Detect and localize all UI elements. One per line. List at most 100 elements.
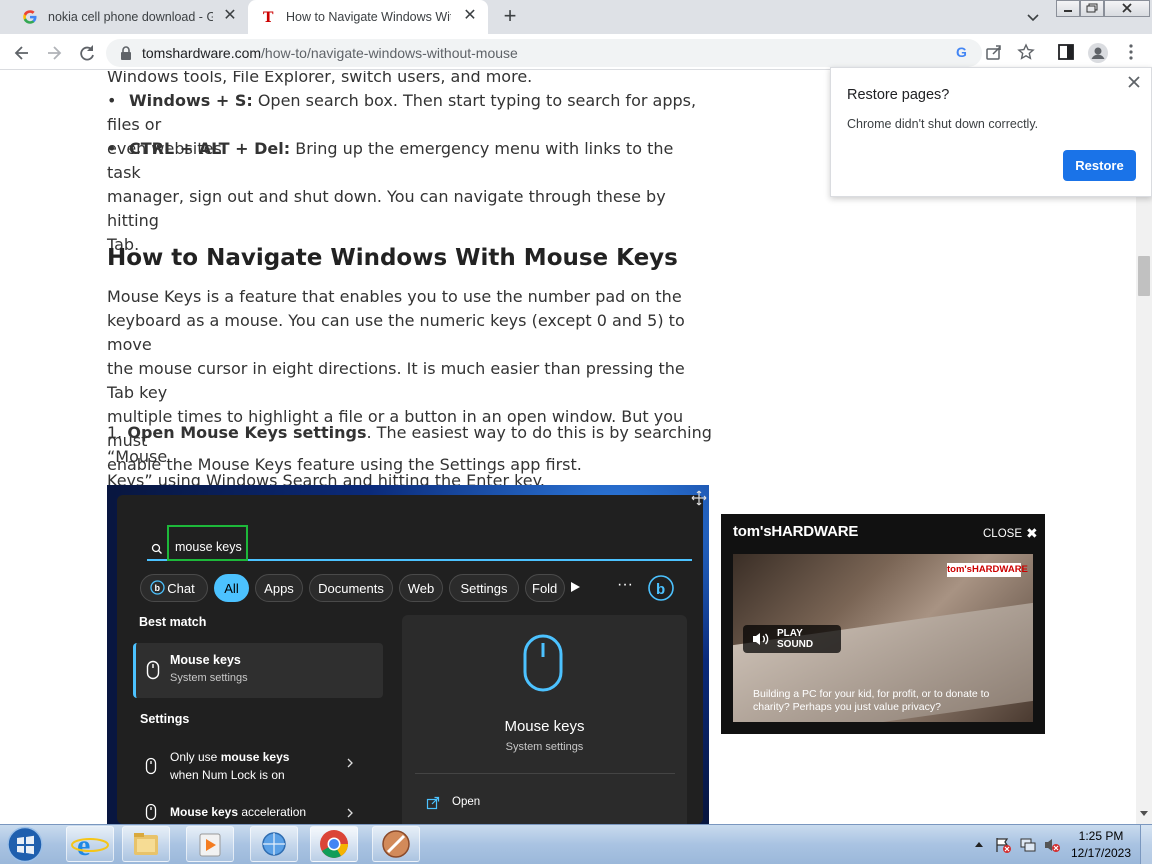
show-desktop-button[interactable] xyxy=(1140,825,1152,864)
setting-bold: Mouse keys xyxy=(170,805,239,819)
svg-text:e: e xyxy=(77,829,90,861)
close-icon[interactable] xyxy=(1127,75,1141,89)
new-tab-plus-icon[interactable]: + xyxy=(500,5,520,28)
preview-pane: Mouse keys System settings Open xyxy=(402,615,687,824)
chevron-down-icon[interactable] xyxy=(1024,8,1042,26)
chip-apps: Apps xyxy=(255,574,303,602)
setting-bold: mouse keys xyxy=(220,750,290,764)
highlight-box xyxy=(167,525,248,561)
chip-documents: Documents xyxy=(309,574,393,602)
settings-label: Settings xyxy=(140,712,190,726)
preview-subtitle: System settings xyxy=(505,741,584,753)
open-external-icon xyxy=(426,796,440,810)
move-icon xyxy=(691,490,707,506)
reload-icon[interactable] xyxy=(76,42,98,64)
taskbar-internet-explorer[interactable]: e xyxy=(66,826,114,862)
video-ad[interactable]: tom'sHARDWARE CLOSE ✖ tom'sHARDWARE PLAY… xyxy=(721,514,1045,734)
google-icon xyxy=(22,9,38,25)
minimize-button[interactable] xyxy=(1056,0,1080,17)
restore-pages-dialog: Restore pages? Chrome didn't shut down c… xyxy=(830,67,1152,197)
setting-mouse-keys-acceleration: Mouse keys acceleration xyxy=(145,801,395,824)
action-center-flag-icon[interactable] xyxy=(994,836,1012,854)
bookmark-star-icon[interactable] xyxy=(1017,43,1035,61)
taskbar-file-explorer[interactable] xyxy=(122,826,170,862)
menu-kebab-icon[interactable] xyxy=(1122,43,1140,61)
bing-icon: b xyxy=(150,580,165,595)
taskbar-chrome[interactable] xyxy=(310,826,358,862)
back-arrow-icon[interactable] xyxy=(11,42,33,64)
result-subtitle: System settings xyxy=(170,672,248,684)
play-arrow-icon xyxy=(569,581,581,593)
taskbar-network-app[interactable] xyxy=(250,826,298,862)
volume-muted-icon[interactable] xyxy=(1043,836,1061,854)
best-match-result: Mouse keys System settings xyxy=(133,643,383,698)
share-icon[interactable] xyxy=(985,43,1003,61)
speaker-icon xyxy=(751,631,771,647)
article-screenshot: mouse keys Chat b All Apps Documents Web… xyxy=(107,485,709,824)
bullet-text: manager, sign out and shut down. You can… xyxy=(107,187,666,230)
chip-all: All xyxy=(214,574,249,602)
tab-toms-hardware[interactable]: T How to Navigate Windows Witho ✕ xyxy=(248,0,488,34)
system-clock[interactable]: 1:25 PM 12/17/2023 xyxy=(1068,829,1134,860)
divider xyxy=(415,773,675,774)
mouse-icon xyxy=(145,803,157,821)
step-bold: Open Mouse Keys settings xyxy=(127,423,367,442)
taskbar-media-player[interactable] xyxy=(186,826,234,862)
close-window-button[interactable] xyxy=(1104,0,1150,17)
profile-avatar-icon[interactable] xyxy=(1088,43,1108,63)
setting-text: when Num Lock is on xyxy=(170,768,285,782)
tab-title: How to Navigate Windows Witho xyxy=(286,10,451,24)
scroll-down-arrow-icon[interactable] xyxy=(1139,810,1149,818)
start-button[interactable] xyxy=(5,825,45,864)
ad-close-button[interactable]: CLOSE ✖ xyxy=(983,525,1038,542)
clock-time: 1:25 PM xyxy=(1078,829,1124,843)
chip-label: Chat xyxy=(167,580,195,596)
chip-label: Documents xyxy=(318,580,384,596)
step-number: 1. xyxy=(107,423,128,442)
paragraph-line: the mouse cursor in eight directions. It… xyxy=(107,359,685,402)
side-panel-icon[interactable] xyxy=(1057,43,1075,61)
toms-hardware-icon: T xyxy=(260,9,276,25)
forward-arrow-icon[interactable] xyxy=(43,42,65,64)
lock-icon[interactable] xyxy=(120,46,132,60)
restore-window-button[interactable] xyxy=(1080,0,1104,17)
close-label: CLOSE xyxy=(983,527,1022,540)
lead-fragment: Windows tools, File Explorer, switch use… xyxy=(107,71,533,86)
svg-text:b: b xyxy=(155,583,161,593)
chevron-right-icon xyxy=(345,807,355,819)
bing-logo-icon: b xyxy=(647,574,675,602)
search-icon xyxy=(151,543,163,555)
best-match-label: Best match xyxy=(139,615,207,629)
caption-line: Building a PC for your kid, for profit, … xyxy=(753,688,990,700)
taskbar-app-icon[interactable] xyxy=(372,826,420,862)
tray-expand-arrow-icon[interactable] xyxy=(974,840,984,848)
tab-close-icon[interactable]: ✕ xyxy=(222,8,238,24)
chip-label: Web xyxy=(407,580,435,596)
url-host: tomshardware.com xyxy=(142,45,262,61)
network-icon[interactable] xyxy=(1019,836,1037,854)
restore-button[interactable]: Restore xyxy=(1063,150,1136,181)
bullet-key: CTRL + ALT + Del: xyxy=(129,139,291,158)
svg-text:G: G xyxy=(956,44,967,60)
url-path: /how-to/navigate-windows-without-mouse xyxy=(261,45,518,61)
mouse-icon xyxy=(145,757,157,775)
ad-badge: tom'sHARDWARE xyxy=(947,563,1028,577)
preview-title: Mouse keys xyxy=(504,718,585,735)
setting-only-use-mouse-keys: Only use mouse keys when Num Lock is on xyxy=(145,750,395,790)
dialog-message: Chrome didn't shut down correctly. xyxy=(847,117,1039,131)
paragraph-line: keyboard as a mouse. You can use the num… xyxy=(107,311,685,354)
caption-line: charity? Perhaps you just value privacy? xyxy=(753,701,941,713)
chip-settings: Settings xyxy=(449,574,519,602)
scrollbar-thumb[interactable] xyxy=(1138,256,1150,296)
tab-google-search[interactable]: nokia cell phone download - Goo ✕ xyxy=(8,0,248,34)
mouse-icon xyxy=(146,660,160,680)
dialog-title: Restore pages? xyxy=(847,87,950,103)
clock-date: 12/17/2023 xyxy=(1070,846,1132,860)
chevron-right-icon xyxy=(345,757,355,769)
setting-text: Only use xyxy=(170,750,221,764)
address-bar[interactable]: tomshardware.com/how-to/navigate-windows… xyxy=(106,39,982,67)
ad-video-frame[interactable]: tom'sHARDWARE PLAY SOUND Building a PC f… xyxy=(733,554,1033,722)
setting-text: acceleration xyxy=(238,805,307,819)
tab-close-icon[interactable]: ✕ xyxy=(462,8,478,24)
google-lens-icon[interactable]: G xyxy=(953,43,971,61)
